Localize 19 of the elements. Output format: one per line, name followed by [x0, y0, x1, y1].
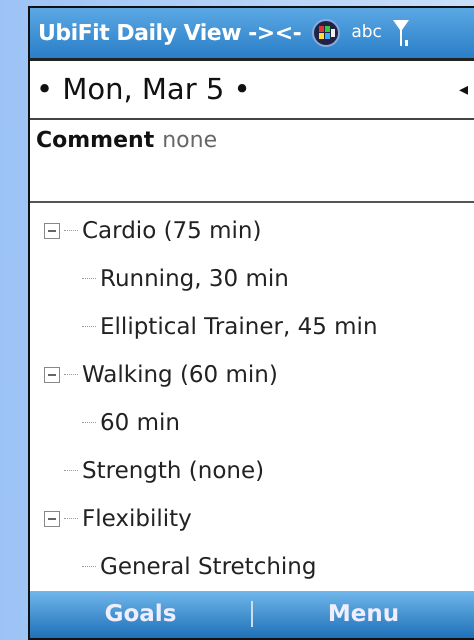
collapse-icon[interactable]	[44, 510, 60, 527]
collapse-icon[interactable]	[44, 222, 60, 239]
tree-item[interactable]: Running, 30 min	[100, 262, 289, 296]
tree-item[interactable]: 60 min	[100, 406, 180, 440]
tree-item[interactable]: Walking (60 min)	[82, 358, 278, 392]
tree-item[interactable]: Strength (none)	[82, 454, 264, 488]
input-mode-indicator: abc	[351, 21, 382, 44]
tree-item[interactable]: General Stretching	[100, 550, 316, 584]
app-icon	[311, 18, 342, 48]
previous-arrow[interactable]: ◂	[458, 76, 468, 104]
comment-value: none	[162, 128, 218, 154]
comment-label: Comment	[36, 128, 154, 154]
tree-item[interactable]: Cardio (75 min)	[82, 214, 262, 248]
collapse-icon[interactable]	[44, 366, 60, 383]
tree-item[interactable]: Flexibility	[82, 502, 192, 536]
date-label: • Mon, Mar 5 •	[36, 70, 251, 108]
tree-item[interactable]: Elliptical Trainer, 45 min	[100, 310, 378, 344]
signal-icon	[392, 18, 410, 48]
window-title: UbiFit Daily View -><-	[38, 20, 302, 48]
